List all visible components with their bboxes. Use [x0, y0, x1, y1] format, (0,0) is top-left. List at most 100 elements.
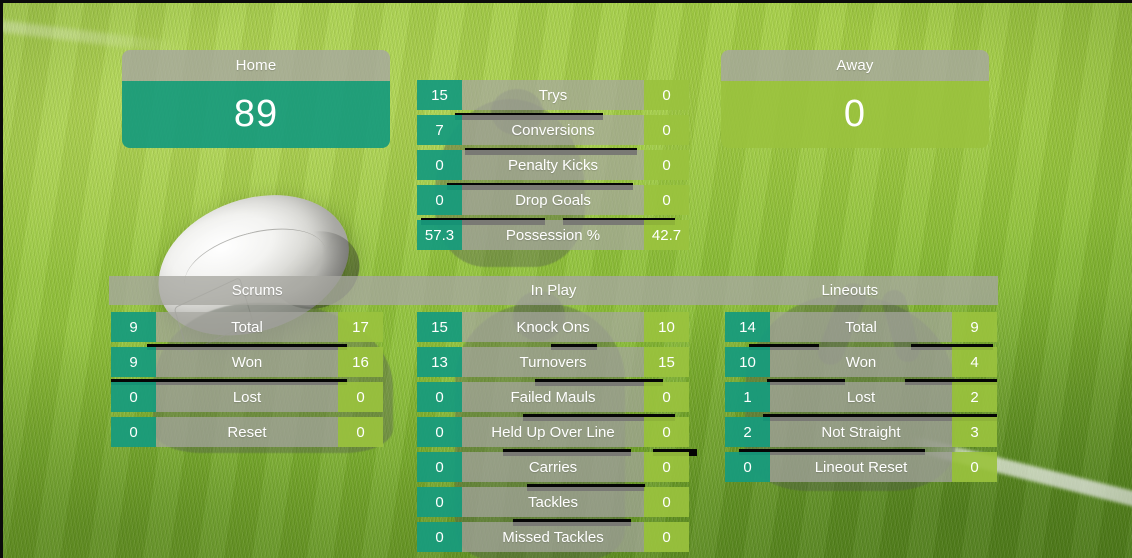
stat-label: Trys	[462, 80, 644, 110]
away-value: 17	[338, 312, 383, 342]
stat-row: 13 Turnovers 15	[417, 347, 689, 377]
stat-row: 0 Reset 0	[111, 417, 383, 447]
away-value: 0	[338, 382, 383, 412]
stat-label: Failed Mauls	[462, 382, 644, 412]
stat-row: 10 Won 4	[725, 347, 997, 377]
stat-row: 0 Missed Tackles 0	[417, 522, 689, 552]
scoring-row: 15 Trys 0	[417, 80, 689, 110]
away-value: 4	[952, 347, 997, 377]
stat-label: Knock Ons	[462, 312, 644, 342]
away-value: 0	[644, 487, 689, 517]
home-panel-title: Home	[122, 50, 390, 81]
stat-row: 1 Lost 2	[725, 382, 997, 412]
stat-row: 9 Total 17	[111, 312, 383, 342]
home-value: 0	[725, 452, 770, 482]
stat-row: 14 Total 9	[725, 312, 997, 342]
stat-row: 0 Lost 0	[111, 382, 383, 412]
away-value: 15	[644, 347, 689, 377]
home-value: 9	[111, 347, 156, 377]
away-value: 10	[644, 312, 689, 342]
home-value: 1	[725, 382, 770, 412]
stat-label: Lost	[770, 382, 952, 412]
home-value: 0	[417, 487, 462, 517]
away-value: 0	[644, 150, 689, 180]
home-value: 15	[417, 312, 462, 342]
stat-label: Not Straight	[770, 417, 952, 447]
away-value: 0	[644, 80, 689, 110]
section-title-scrums: Scrums	[231, 282, 283, 299]
away-value: 0	[644, 452, 689, 482]
home-value: 13	[417, 347, 462, 377]
scoring-row: 0 Penalty Kicks 0	[417, 150, 689, 180]
section-title-lineouts: Lineouts	[821, 282, 879, 299]
scoring-row: 7 Conversions 0	[417, 115, 689, 145]
in-play-table: 15 Knock Ons 10 13 Turnovers 15 0 Failed Mauls 0…	[417, 312, 689, 552]
home-value: 2	[725, 417, 770, 447]
home-score-value: 89	[122, 81, 390, 148]
stat-row: 9 Won 16	[111, 347, 383, 377]
home-value: 0	[111, 382, 156, 412]
away-value: 0	[644, 522, 689, 552]
stat-label: Possession %	[462, 220, 644, 250]
section-headers: Scrums In Play Lineouts	[109, 276, 998, 305]
home-score-panel: Home 89	[122, 50, 390, 148]
away-value: 0	[644, 115, 689, 145]
section-title-in-play: In Play	[530, 282, 577, 299]
away-panel-title: Away	[721, 50, 989, 81]
stat-label: Total	[156, 312, 338, 342]
home-value: 0	[417, 452, 462, 482]
home-value: 0	[417, 382, 462, 412]
scrums-table: 9 Total 17 9 Won 16 0 Lost 0 0 Reset 0	[111, 312, 383, 447]
stat-label: Won	[770, 347, 952, 377]
pitch-line-upper-left	[3, 15, 183, 55]
home-value: 0	[417, 417, 462, 447]
stat-row: 0 Lineout Reset 0	[725, 452, 997, 482]
stat-label: Turnovers	[462, 347, 644, 377]
stat-row: 0 Tackles 0	[417, 487, 689, 517]
stat-row: 0 Carries 0	[417, 452, 689, 482]
home-value: 15	[417, 80, 462, 110]
stat-label: Held Up Over Line	[462, 417, 644, 447]
away-value: 16	[338, 347, 383, 377]
stat-label: Tackles	[462, 487, 644, 517]
home-value: 10	[725, 347, 770, 377]
away-value: 0	[644, 417, 689, 447]
home-value: 57.3	[417, 220, 462, 250]
stat-label: Won	[156, 347, 338, 377]
away-score-value: 0	[721, 81, 989, 148]
stat-row: 2 Not Straight 3	[725, 417, 997, 447]
away-value: 2	[952, 382, 997, 412]
stat-label: Lost	[156, 382, 338, 412]
home-value: 14	[725, 312, 770, 342]
away-value: 0	[952, 452, 997, 482]
scoring-breakdown-table: 15 Trys 0 7 Conversions 0 0 Penalty Kicks 0 0 Drop…	[417, 80, 689, 250]
match-statistics-screen: Home 89 Away 0 15 Trys 0 7 Conversions 0 0 Pena…	[0, 0, 1132, 558]
stat-row: 0 Failed Mauls 0	[417, 382, 689, 412]
stat-row: 15 Knock Ons 10	[417, 312, 689, 342]
home-value: 7	[417, 115, 462, 145]
stat-label: Conversions	[462, 115, 644, 145]
away-value: 0	[644, 185, 689, 215]
lineouts-table: 14 Total 9 10 Won 4 1 Lost 2 2 Not Straight 3 0 Lineo…	[725, 312, 997, 482]
stat-label: Lineout Reset	[770, 452, 952, 482]
away-value: 3	[952, 417, 997, 447]
home-value: 0	[417, 150, 462, 180]
scoring-row: 57.3 Possession % 42.7	[417, 220, 689, 250]
away-value: 0	[338, 417, 383, 447]
stat-label: Penalty Kicks	[462, 150, 644, 180]
stat-label: Reset	[156, 417, 338, 447]
stat-label: Missed Tackles	[462, 522, 644, 552]
home-value: 0	[417, 185, 462, 215]
stat-label: Drop Goals	[462, 185, 644, 215]
stat-row: 0 Held Up Over Line 0	[417, 417, 689, 447]
away-value: 0	[644, 382, 689, 412]
home-value: 0	[417, 522, 462, 552]
scoring-row: 0 Drop Goals 0	[417, 185, 689, 215]
away-value: 9	[952, 312, 997, 342]
stat-label: Carries	[462, 452, 644, 482]
home-value: 9	[111, 312, 156, 342]
stat-label: Total	[770, 312, 952, 342]
away-value: 42.7	[644, 220, 689, 250]
home-value: 0	[111, 417, 156, 447]
away-score-panel: Away 0	[721, 50, 989, 148]
